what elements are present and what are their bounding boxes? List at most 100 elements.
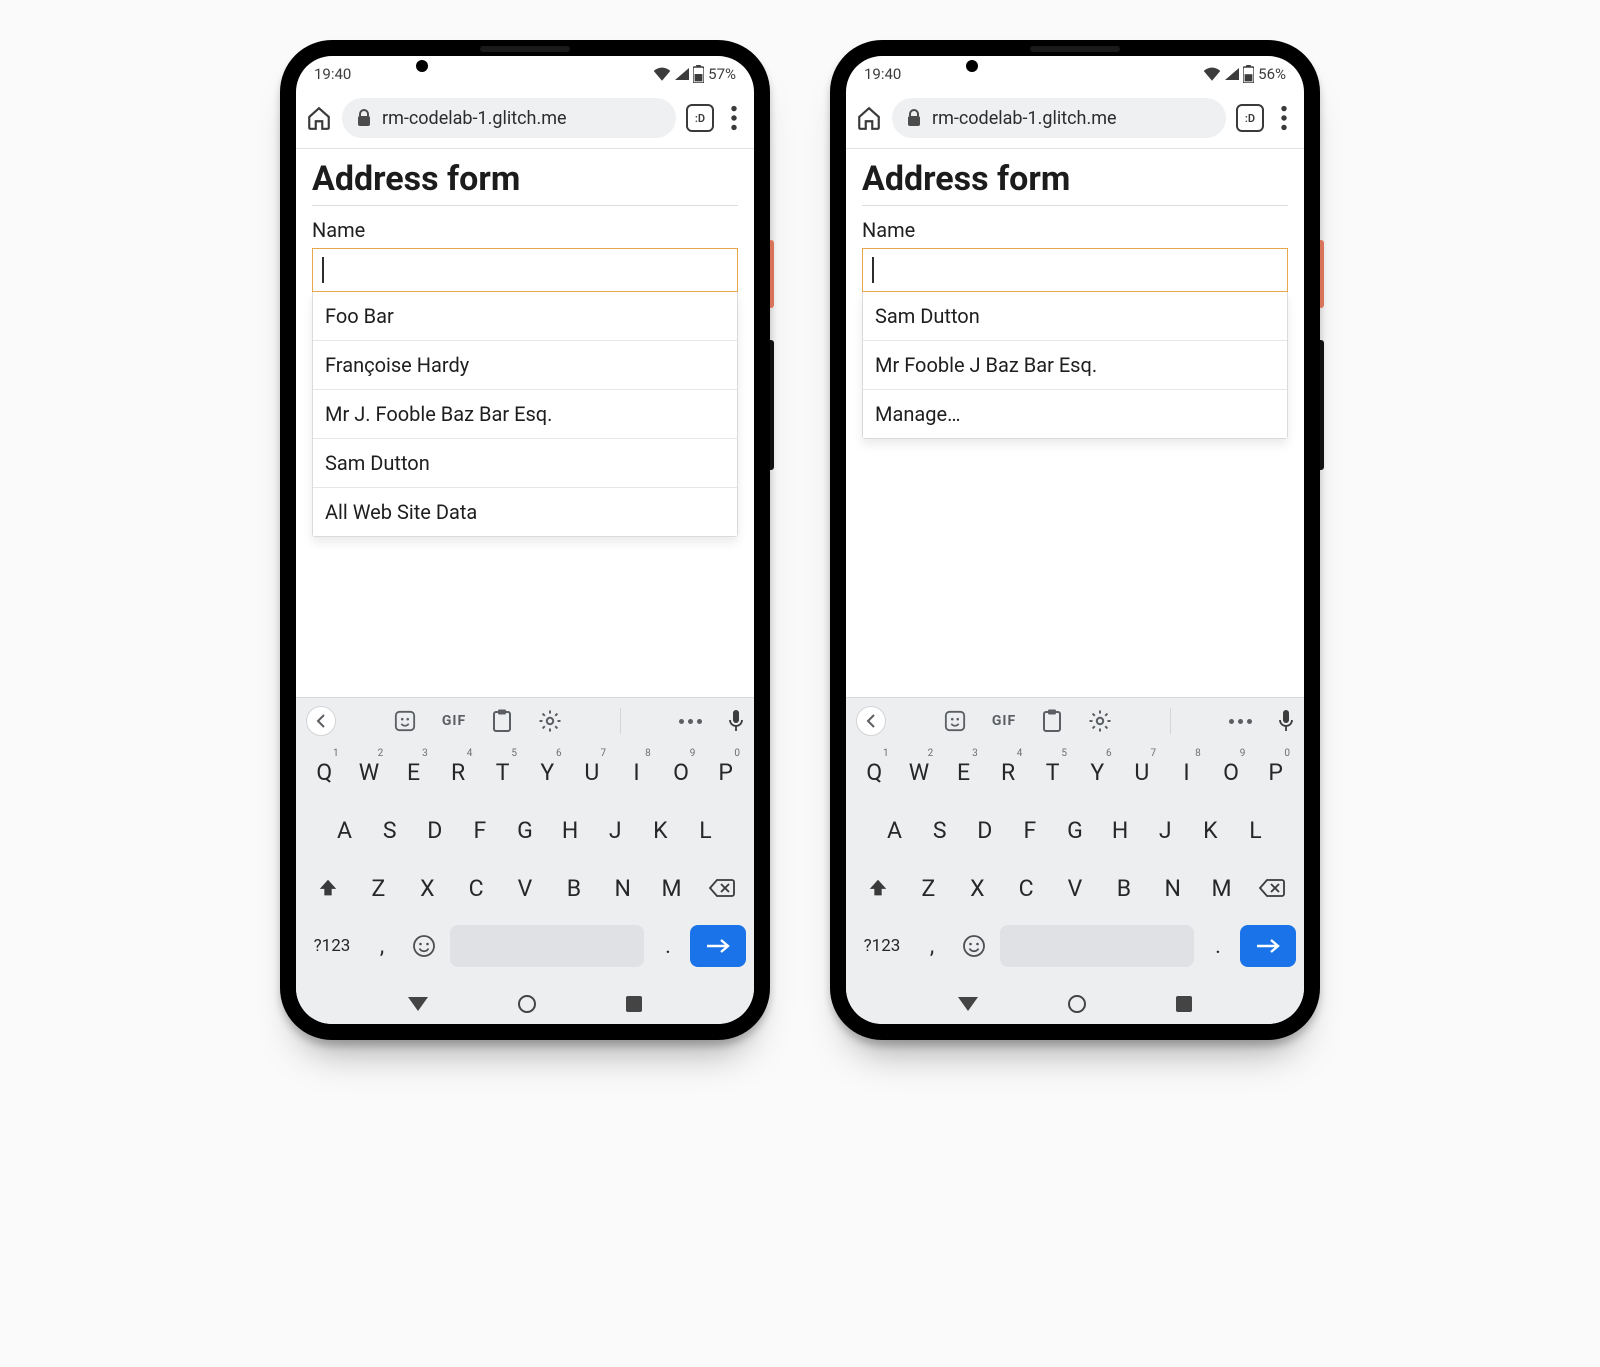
home-icon[interactable] [856,105,882,131]
key-f[interactable]: F [457,804,502,856]
nav-home-icon[interactable] [518,995,536,1013]
key-u[interactable]: U7 [570,746,615,798]
key-d[interactable]: D [412,804,457,856]
nav-back-icon[interactable] [958,997,978,1011]
clipboard-icon[interactable] [1042,709,1062,733]
gif-button[interactable]: GIF [992,713,1016,729]
key-l[interactable]: L [683,804,728,856]
key-t[interactable]: T5 [1030,746,1075,798]
key-p[interactable]: P0 [703,746,748,798]
shift-key[interactable] [852,862,904,914]
shift-key[interactable] [302,862,354,914]
spacebar-key[interactable] [450,925,644,967]
name-input[interactable] [312,248,738,292]
key-b[interactable]: B [549,862,598,914]
key-f[interactable]: F [1007,804,1052,856]
key-r[interactable]: R4 [436,746,481,798]
key-j[interactable]: J [593,804,638,856]
key-n[interactable]: N [1148,862,1197,914]
nav-home-icon[interactable] [1068,995,1086,1013]
symbols-key[interactable]: ?123 [302,920,362,972]
key-i[interactable]: I8 [1164,746,1209,798]
autofill-suggestion[interactable]: Mr J. Fooble Baz Bar Esq. [313,389,737,438]
key-h[interactable]: H [1098,804,1143,856]
url-bar[interactable]: rm-codelab-1.glitch.me [892,98,1226,138]
key-v[interactable]: V [1051,862,1100,914]
key-q[interactable]: Q1 [302,746,347,798]
key-x[interactable]: X [953,862,1002,914]
key-a[interactable]: A [322,804,367,856]
emoji-key[interactable] [952,920,996,972]
key-k[interactable]: K [638,804,683,856]
name-input[interactable] [862,248,1288,292]
key-j[interactable]: J [1143,804,1188,856]
sticker-icon[interactable] [944,710,966,732]
key-d[interactable]: D [962,804,1007,856]
key-c[interactable]: C [452,862,501,914]
key-b[interactable]: B [1099,862,1148,914]
period-key[interactable]: . [1198,920,1238,972]
enter-key[interactable] [690,925,746,967]
key-m[interactable]: M [647,862,696,914]
key-x[interactable]: X [403,862,452,914]
emoji-key[interactable] [402,920,446,972]
key-g[interactable]: G [502,804,547,856]
key-m[interactable]: M [1197,862,1246,914]
key-o[interactable]: O9 [659,746,704,798]
microphone-icon[interactable] [728,709,744,733]
key-r[interactable]: R4 [986,746,1031,798]
key-c[interactable]: C [1002,862,1051,914]
key-p[interactable]: P0 [1253,746,1298,798]
collapse-keyboard-button[interactable] [306,706,336,736]
key-w[interactable]: W2 [897,746,942,798]
kebab-menu-icon[interactable] [724,105,744,131]
sticker-icon[interactable] [394,710,416,732]
more-icon[interactable] [1229,719,1252,724]
period-key[interactable]: . [648,920,688,972]
key-t[interactable]: T5 [480,746,525,798]
key-l[interactable]: L [1233,804,1278,856]
spacebar-key[interactable] [1000,925,1194,967]
key-i[interactable]: I8 [614,746,659,798]
autofill-suggestion[interactable]: Sam Dutton [313,438,737,487]
backspace-key[interactable] [1246,862,1298,914]
more-icon[interactable] [679,719,702,724]
key-s[interactable]: S [367,804,412,856]
key-u[interactable]: U7 [1120,746,1165,798]
comma-key[interactable]: , [912,920,952,972]
symbols-key[interactable]: ?123 [852,920,912,972]
key-s[interactable]: S [917,804,962,856]
nav-back-icon[interactable] [408,997,428,1011]
gear-icon[interactable] [1088,709,1112,733]
tabs-button[interactable]: :D [1236,104,1264,132]
kebab-menu-icon[interactable] [1274,105,1294,131]
key-z[interactable]: Z [904,862,953,914]
autofill-suggestion[interactable]: All Web Site Data [313,487,737,536]
key-a[interactable]: A [872,804,917,856]
collapse-keyboard-button[interactable] [856,706,886,736]
autofill-suggestion[interactable]: Sam Dutton [863,292,1287,340]
key-y[interactable]: Y6 [525,746,570,798]
key-q[interactable]: Q1 [852,746,897,798]
backspace-key[interactable] [696,862,748,914]
key-o[interactable]: O9 [1209,746,1254,798]
url-bar[interactable]: rm-codelab-1.glitch.me [342,98,676,138]
microphone-icon[interactable] [1278,709,1294,733]
autofill-suggestion[interactable]: Mr Fooble J Baz Bar Esq. [863,340,1287,389]
key-k[interactable]: K [1188,804,1233,856]
key-g[interactable]: G [1052,804,1097,856]
key-y[interactable]: Y6 [1075,746,1120,798]
nav-recent-icon[interactable] [1176,996,1192,1012]
nav-recent-icon[interactable] [626,996,642,1012]
clipboard-icon[interactable] [492,709,512,733]
key-v[interactable]: V [501,862,550,914]
comma-key[interactable]: , [362,920,402,972]
key-e[interactable]: E3 [941,746,986,798]
autofill-manage[interactable]: Manage… [863,389,1287,438]
key-e[interactable]: E3 [391,746,436,798]
home-icon[interactable] [306,105,332,131]
autofill-suggestion[interactable]: Françoise Hardy [313,340,737,389]
key-w[interactable]: W2 [347,746,392,798]
tabs-button[interactable]: :D [686,104,714,132]
gear-icon[interactable] [538,709,562,733]
